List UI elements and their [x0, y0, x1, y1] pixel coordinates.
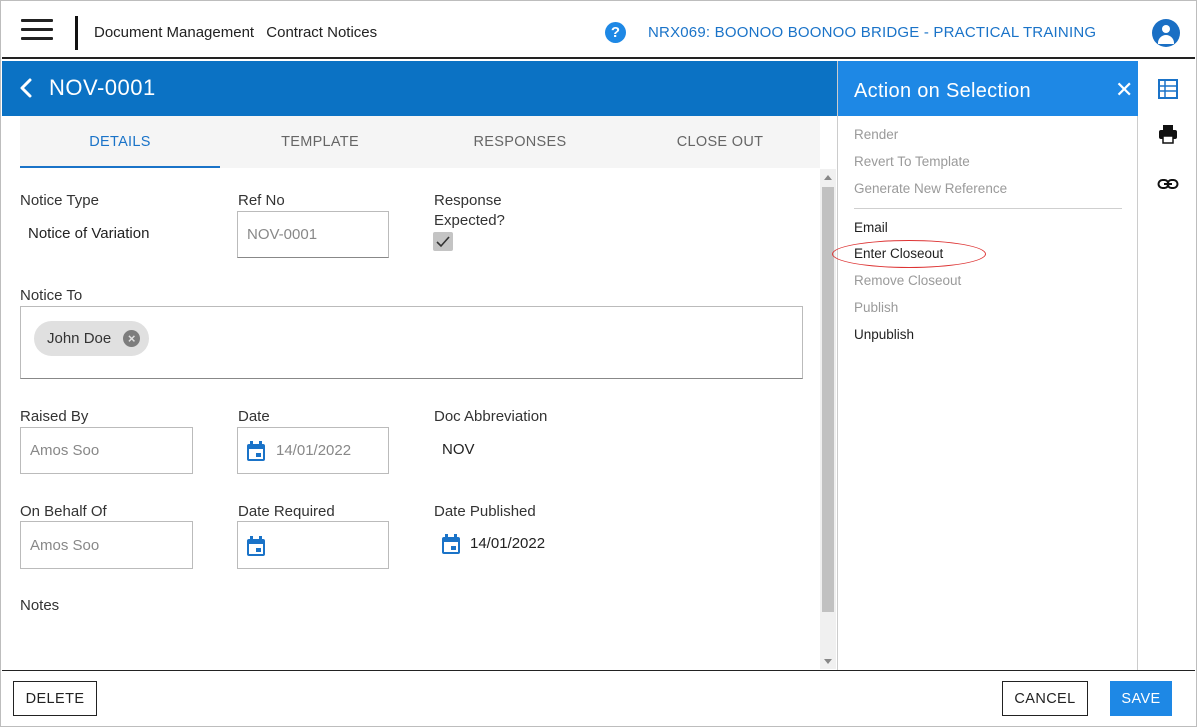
- calendar-icon[interactable]: [246, 441, 266, 462]
- calendar-icon[interactable]: [246, 536, 266, 557]
- page-title: NOV-0001: [49, 75, 156, 100]
- response-expected-checkbox[interactable]: [433, 232, 453, 251]
- action-email[interactable]: Email: [854, 220, 888, 235]
- action-panel: Action on Selection ✕ Render Revert To T…: [832, 61, 1138, 670]
- doc-abbreviation-value: NOV: [442, 441, 475, 458]
- notice-to-label: Notice To: [20, 287, 83, 304]
- action-enter-closeout[interactable]: Enter Closeout: [854, 246, 943, 261]
- response-expected-label-line2: Expected?: [434, 212, 505, 229]
- action-panel-header: Action on Selection ✕: [838, 61, 1138, 116]
- right-toolbar: [1139, 61, 1195, 670]
- recipient-name: John Doe: [47, 330, 112, 347]
- top-bar: Document Management Contract Notices ? N…: [2, 2, 1195, 59]
- menu-icon[interactable]: [21, 19, 53, 43]
- date-required-field[interactable]: [237, 521, 389, 569]
- action-remove-closeout[interactable]: Remove Closeout: [854, 273, 961, 288]
- notice-to-input[interactable]: John Doe ×: [20, 306, 803, 379]
- action-publish[interactable]: Publish: [854, 300, 898, 315]
- list-view-icon[interactable]: [1157, 78, 1179, 100]
- breadcrumb-contract-notices[interactable]: Contract Notices: [266, 24, 377, 41]
- link-icon[interactable]: [1157, 173, 1179, 195]
- top-bar-divider: [75, 16, 78, 50]
- close-icon[interactable]: ✕: [1115, 77, 1133, 103]
- project-name[interactable]: NRX069: BOONOO BOONOO BRIDGE - PRACTICAL…: [648, 24, 1096, 41]
- breadcrumb-document-management[interactable]: Document Management: [94, 24, 254, 41]
- delete-button[interactable]: DELETE: [13, 681, 97, 716]
- tab-details[interactable]: DETAILS: [20, 116, 220, 168]
- check-icon: [436, 236, 450, 248]
- on-behalf-of-label: On Behalf Of: [20, 503, 107, 520]
- raised-by-field[interactable]: [20, 427, 193, 474]
- scroll-down-arrow[interactable]: [824, 659, 832, 664]
- notice-type-label: Notice Type: [20, 192, 99, 209]
- form-scrollbar[interactable]: [820, 169, 836, 669]
- on-behalf-of-field[interactable]: [20, 521, 193, 569]
- date-published-label: Date Published: [434, 503, 536, 520]
- date-published-value: 14/01/2022: [470, 535, 546, 552]
- app-window: Document Management Contract Notices ? N…: [0, 0, 1197, 727]
- account-icon[interactable]: [1152, 19, 1180, 47]
- notes-label: Notes: [20, 597, 60, 614]
- tab-bar: DETAILS TEMPLATE RESPONSES CLOSE OUT: [20, 116, 820, 168]
- recipient-chip[interactable]: John Doe ×: [34, 321, 150, 356]
- tab-responses[interactable]: RESPONSES: [420, 116, 620, 168]
- notice-type-value: Notice of Variation: [28, 225, 150, 242]
- action-generate-new-reference[interactable]: Generate New Reference: [854, 181, 1007, 196]
- date-label: Date: [238, 408, 270, 425]
- date-required-label: Date Required: [238, 503, 335, 520]
- print-icon[interactable]: [1157, 123, 1179, 145]
- ref-no-field[interactable]: [237, 211, 389, 258]
- back-arrow-icon[interactable]: [16, 76, 36, 100]
- doc-abbreviation-label: Doc Abbreviation: [434, 408, 548, 425]
- scroll-thumb[interactable]: [822, 187, 834, 612]
- action-divider: [854, 208, 1122, 209]
- scroll-up-arrow[interactable]: [824, 175, 832, 180]
- cancel-button[interactable]: CANCEL: [1002, 681, 1088, 716]
- tab-close-out[interactable]: CLOSE OUT: [620, 116, 820, 168]
- action-render[interactable]: Render: [854, 127, 898, 142]
- tab-template[interactable]: TEMPLATE: [220, 116, 420, 168]
- breadcrumb: Document Management Contract Notices: [94, 24, 385, 41]
- remove-recipient-icon[interactable]: ×: [123, 330, 141, 347]
- calendar-icon: [442, 534, 460, 554]
- action-panel-title: Action on Selection: [854, 80, 1031, 102]
- footer-bar: DELETE CANCEL SAVE: [2, 670, 1195, 726]
- action-revert-to-template[interactable]: Revert To Template: [854, 154, 970, 169]
- ref-no-label: Ref No: [238, 192, 285, 209]
- document-header: NOV-0001: [2, 61, 837, 116]
- date-value: 14/01/2022: [276, 442, 352, 459]
- action-unpublish[interactable]: Unpublish: [854, 327, 914, 342]
- save-button[interactable]: SAVE: [1110, 681, 1172, 716]
- date-field[interactable]: 14/01/2022: [237, 427, 389, 474]
- response-expected-label-line1: Response: [434, 192, 502, 209]
- help-icon[interactable]: ?: [605, 22, 626, 43]
- raised-by-label: Raised By: [20, 408, 89, 425]
